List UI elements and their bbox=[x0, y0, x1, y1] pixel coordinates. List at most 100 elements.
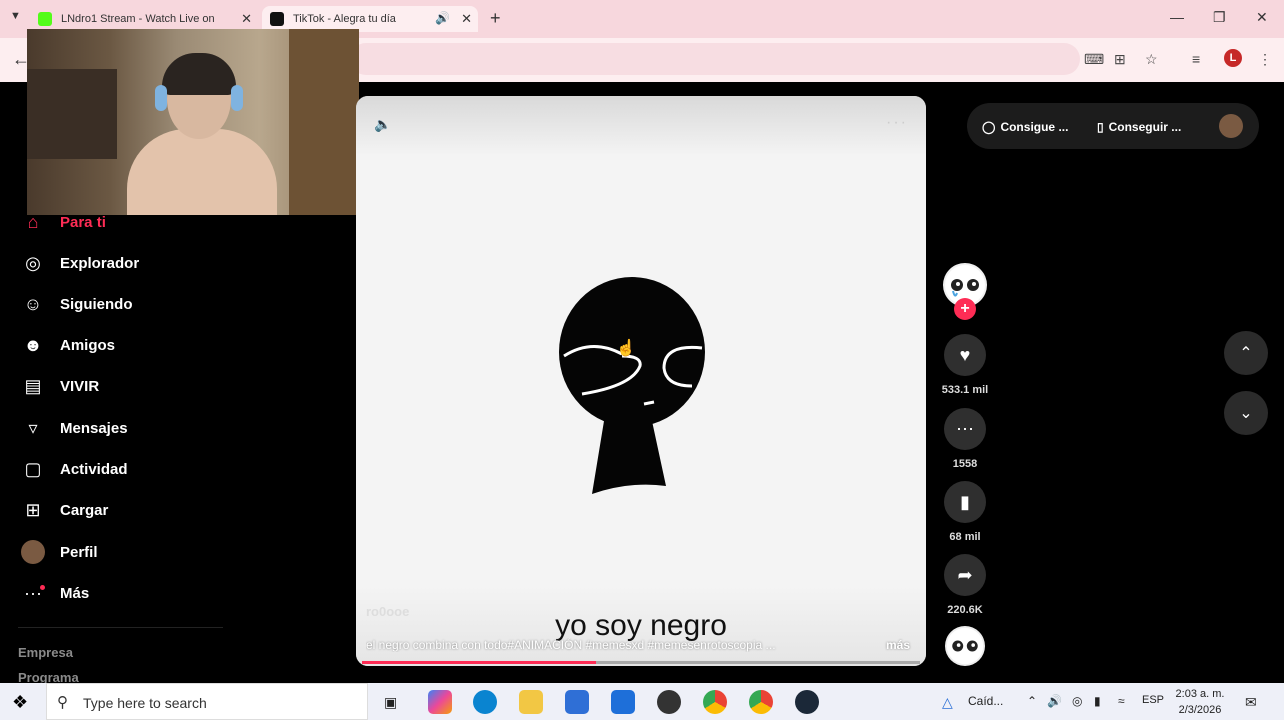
tab-title: TikTok - Alegra tu día bbox=[293, 13, 396, 25]
restore-icon[interactable]: ❐ bbox=[1213, 9, 1226, 26]
audio-playing-icon[interactable]: 🔊 bbox=[435, 11, 450, 25]
save-action[interactable]: ▮ 68 mil bbox=[944, 481, 986, 543]
file-explorer-app-icon[interactable] bbox=[519, 690, 543, 714]
tray-chevron-up-icon[interactable]: ⌃ bbox=[1027, 694, 1037, 708]
comment-action[interactable]: ⋯ 1558 bbox=[944, 408, 986, 470]
sidebar-item-explorador[interactable]: ◎ Explorador bbox=[20, 251, 139, 275]
task-view-icon[interactable]: ▣ bbox=[384, 694, 397, 711]
sidebar-item-siguiendo[interactable]: ☺ Siguiendo bbox=[20, 292, 133, 316]
translate-icon[interactable]: ⌨ bbox=[1084, 51, 1104, 68]
windows-start-icon[interactable]: ❖ bbox=[12, 692, 28, 713]
mail-app-icon[interactable] bbox=[611, 690, 635, 714]
sidebar-item-label: Explorador bbox=[60, 254, 140, 272]
music-disc-face-icon bbox=[946, 627, 984, 665]
previous-video-button[interactable]: ⌃ bbox=[1224, 331, 1268, 375]
browser-menu-icon[interactable]: ⋮ bbox=[1258, 51, 1272, 68]
comment-count: 1558 bbox=[952, 458, 978, 470]
follow-plus-button[interactable]: + bbox=[954, 298, 976, 320]
sidebar-item-mensajes[interactable]: ▿ Mensajes bbox=[20, 416, 127, 440]
next-video-button[interactable]: ⌄ bbox=[1224, 391, 1268, 435]
comment-icon[interactable]: ⋯ bbox=[944, 408, 986, 450]
compass-icon: ◎ bbox=[25, 252, 41, 273]
get-coins-label: Consigue ... bbox=[1000, 120, 1069, 134]
clock[interactable]: 2:03 a. m. 2/3/2026 bbox=[1170, 686, 1230, 718]
video-more-options-icon[interactable]: ··· bbox=[886, 114, 908, 132]
sidebar-item-label: Más bbox=[60, 584, 90, 602]
video-author[interactable]: ro0ooe bbox=[366, 604, 409, 619]
taskbar-search[interactable]: ⚲ Type here to search bbox=[46, 683, 368, 720]
wifi-tray-icon[interactable]: ≈ bbox=[1118, 694, 1125, 708]
video-progress-bar[interactable] bbox=[362, 661, 920, 664]
activity-icon: ▢ bbox=[24, 458, 42, 479]
volume-icon[interactable]: 🔈 bbox=[374, 116, 391, 133]
friends-icon: ☻ bbox=[23, 334, 43, 355]
volume-tray-icon[interactable]: 🔊 bbox=[1047, 694, 1062, 708]
profile-avatar[interactable]: L bbox=[1224, 49, 1242, 67]
sidebar-item-vivir[interactable]: ▤ VIVIR bbox=[20, 374, 99, 398]
sidebar-item-perfil[interactable]: Perfil bbox=[20, 540, 98, 564]
tab-title: LNdro1 Stream - Watch Live on bbox=[61, 13, 215, 25]
copilot-app-icon[interactable] bbox=[428, 690, 452, 714]
video-progress-fill bbox=[362, 661, 597, 664]
sidebar-item-label: Para ti bbox=[60, 213, 106, 231]
get-app-button[interactable]: ▯ Conseguir ... bbox=[1097, 114, 1181, 140]
sidebar-item-label: VIVIR bbox=[60, 377, 100, 395]
search-icon: ⚲ bbox=[57, 694, 68, 711]
battery-tray-icon[interactable]: ▮ bbox=[1094, 694, 1101, 708]
like-action[interactable]: ♥ 533.1 mil bbox=[942, 334, 988, 396]
notifications-icon[interactable]: ✉ bbox=[1245, 694, 1257, 711]
user-avatar[interactable] bbox=[1219, 114, 1243, 138]
mic-tray-icon[interactable]: ◎ bbox=[1072, 694, 1082, 708]
sidebar-item-mas[interactable]: ··· Más bbox=[20, 581, 89, 605]
bookmark-star-icon[interactable]: ☆ bbox=[1145, 51, 1158, 68]
share-action[interactable]: ➦ 220.6K bbox=[944, 554, 986, 616]
send-icon: ▿ bbox=[28, 417, 38, 438]
more-dots-icon: ··· bbox=[20, 582, 46, 604]
video-top-gradient bbox=[356, 96, 926, 156]
phone-icon: ▯ bbox=[1097, 120, 1104, 134]
clock-date: 2/3/2026 bbox=[1178, 704, 1222, 716]
footer-link-empresa[interactable]: Empresa bbox=[18, 645, 73, 660]
tab-search-chevron-icon[interactable]: ▼ bbox=[10, 10, 21, 22]
clock-time: 2:03 a. m. bbox=[1175, 688, 1225, 700]
weather-label[interactable]: Caíd... bbox=[968, 694, 1003, 708]
sidebar-item-actividad[interactable]: ▢ Actividad bbox=[20, 457, 127, 481]
sidebar-divider bbox=[18, 627, 223, 628]
save-count: 68 mil bbox=[949, 531, 981, 543]
chrome-active-app-icon[interactable] bbox=[749, 690, 773, 714]
chevron-down-icon: ⌄ bbox=[1239, 405, 1253, 422]
heart-icon[interactable]: ♥ bbox=[944, 334, 986, 376]
minimize-icon[interactable]: — bbox=[1170, 9, 1184, 25]
caption-more-button[interactable]: más bbox=[886, 638, 910, 652]
sidebar-item-cargar[interactable]: ⊞ Cargar bbox=[20, 498, 108, 522]
new-tab-button[interactable]: + bbox=[490, 9, 501, 27]
edge-app-icon[interactable] bbox=[473, 690, 497, 714]
sidebar-item-label: Cargar bbox=[60, 501, 109, 519]
headphone-left bbox=[155, 85, 167, 111]
obs-app-icon[interactable] bbox=[657, 690, 681, 714]
headphone-right bbox=[231, 85, 243, 111]
close-tab-icon[interactable]: ✕ bbox=[241, 11, 252, 27]
share-arrow-icon[interactable]: ➦ bbox=[944, 554, 986, 596]
bookmark-icon[interactable]: ▮ bbox=[944, 481, 986, 523]
stick-figure-drawing bbox=[559, 277, 705, 494]
close-tab-icon[interactable]: ✕ bbox=[461, 11, 472, 27]
chrome-app-icon[interactable] bbox=[703, 690, 727, 714]
close-window-icon[interactable]: ✕ bbox=[1256, 9, 1268, 26]
upload-icon: ⊞ bbox=[25, 499, 41, 520]
get-coins-button[interactable]: ◯ Consigue ... bbox=[982, 114, 1068, 140]
webcam-person-hair bbox=[162, 53, 236, 95]
sidebar-item-amigos[interactable]: ☻ Amigos bbox=[20, 333, 116, 357]
profile-avatar-icon bbox=[20, 540, 46, 564]
store-app-icon[interactable] bbox=[565, 690, 589, 714]
video-player[interactable]: 🔈 ··· ☝ yo soy negro ro0ooe el negro com… bbox=[356, 96, 926, 666]
webcam-background-door bbox=[289, 29, 359, 215]
music-disc-icon[interactable] bbox=[945, 626, 985, 666]
address-bar[interactable] bbox=[350, 43, 1080, 75]
language-indicator[interactable]: ESP bbox=[1142, 694, 1164, 706]
sidebar-item-label: Siguiendo bbox=[60, 295, 133, 313]
steam-app-icon[interactable] bbox=[795, 690, 819, 714]
reading-list-icon[interactable]: ≡ bbox=[1192, 51, 1200, 67]
windows-taskbar: ❖ ⚲ Type here to search ▣ △ Caíd... ⌃ 🔊 … bbox=[0, 683, 1284, 720]
install-app-icon[interactable]: ⊞ bbox=[1114, 51, 1126, 68]
